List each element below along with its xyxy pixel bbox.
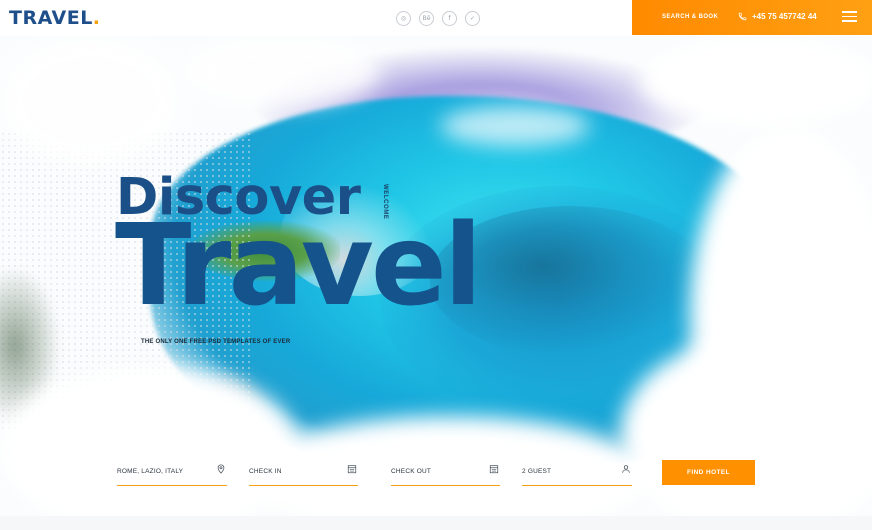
cloud <box>640 36 872 126</box>
calendar-icon <box>347 465 357 474</box>
dribbble-icon[interactable]: ◎ <box>396 11 411 26</box>
logo-dot: . <box>92 7 101 29</box>
hero-tagline: THE ONLY ONE FREE PSD TEMPLATES OF EVER <box>141 339 291 345</box>
check-in-value: CHECK IN <box>249 468 282 475</box>
social-links: ◎ Bē f ✓ <box>396 11 480 26</box>
twitter-icon[interactable]: ✓ <box>465 11 480 26</box>
facebook-icon[interactable]: f <box>442 11 457 26</box>
phone-icon <box>738 12 747 21</box>
bottom-strip <box>0 516 872 530</box>
top-header: TRAVEL. ◎ Bē f ✓ SEARCH & BOOK +45 75 45… <box>0 0 872 36</box>
location-field[interactable]: ROME, LAZIO, ITALY <box>117 460 227 486</box>
map-pin-icon <box>217 464 225 474</box>
hero-title-line2: Travel <box>115 201 482 331</box>
check-out-field[interactable]: CHECK OUT <box>391 460 500 486</box>
phone-link[interactable]: +45 75 457742 44 <box>738 12 817 21</box>
find-hotel-button[interactable]: FIND HOTEL <box>662 460 755 485</box>
guests-field[interactable]: 2 GUEST <box>522 460 632 486</box>
guests-value: 2 GUEST <box>522 468 552 475</box>
user-icon <box>622 465 630 473</box>
hamburger-menu-icon[interactable] <box>842 11 857 23</box>
check-in-field[interactable]: CHECK IN <box>249 460 358 486</box>
page: TRAVEL. ◎ Bē f ✓ SEARCH & BOOK +45 75 45… <box>0 0 872 530</box>
cloud <box>0 36 180 166</box>
check-out-value: CHECK OUT <box>391 468 432 475</box>
logo-text: TRAVEL <box>9 7 93 29</box>
cloud <box>440 106 590 146</box>
location-value: ROME, LAZIO, ITALY <box>117 468 184 475</box>
phone-number: +45 75 457742 44 <box>752 12 817 21</box>
logo[interactable]: TRAVEL. <box>9 7 101 29</box>
header-cta-bar: SEARCH & BOOK +45 75 457742 44 <box>632 0 872 35</box>
calendar-icon <box>489 465 499 474</box>
behance-icon[interactable]: Bē <box>419 11 434 26</box>
welcome-label: WELCOME <box>382 184 388 220</box>
search-book-link[interactable]: SEARCH & BOOK <box>662 14 718 20</box>
cloud <box>180 36 380 106</box>
